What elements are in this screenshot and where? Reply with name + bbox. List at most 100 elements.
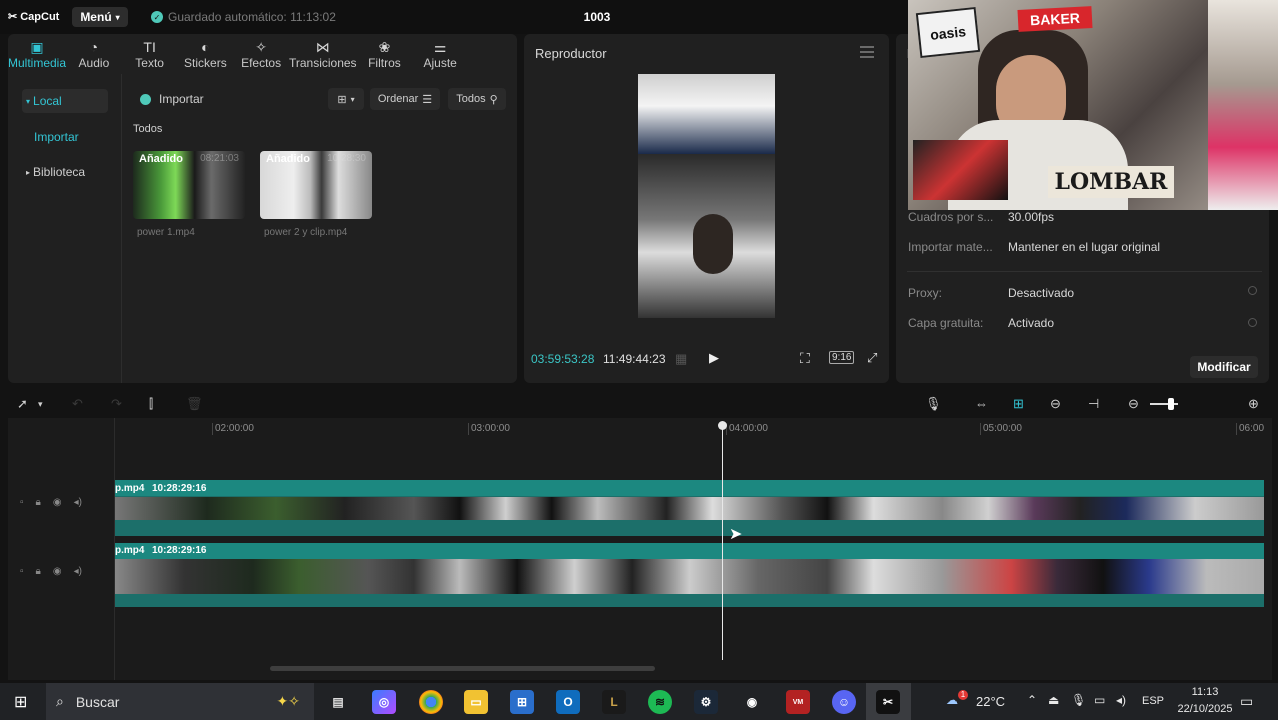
media-item-1[interactable]: Añadido 08:21:03 power 1.mp4: [133, 151, 245, 238]
clip-name: p.mp4: [115, 483, 145, 494]
tab-stickers[interactable]: ◐ Stickers: [178, 34, 234, 74]
clip-duration: 10:28:29:16: [152, 545, 207, 556]
text-icon: TI: [143, 38, 156, 55]
detail-label-proxy: Proxy:: [908, 286, 943, 300]
tab-filtros[interactable]: ❀ Filtros: [357, 34, 413, 74]
sidebar-item-biblioteca[interactable]: ▸ Biblioteca: [22, 160, 108, 184]
chevron-up-icon[interactable]: ⌃: [1027, 693, 1037, 707]
microphone-icon[interactable]: 🎙: [925, 396, 942, 412]
sidebar-item-importar[interactable]: Importar: [30, 125, 116, 149]
tab-audio[interactable]: ◔ Audio: [66, 34, 122, 74]
ruler-label: 04:00:00: [729, 423, 768, 434]
lock-icon[interactable]: 🔒︎: [36, 497, 41, 508]
audio-icon: ◔: [89, 38, 99, 55]
task-view-icon[interactable]: ▤: [326, 690, 350, 714]
delete-icon[interactable]: 🗑: [186, 396, 203, 412]
clip-duration: 10:28:29:16: [152, 483, 207, 494]
select-cursor-icon[interactable]: ➚: [17, 396, 28, 412]
ruler-tick: [212, 423, 213, 435]
mic-tray-icon[interactable]: 🎙: [1071, 693, 1086, 707]
sticker-oasis: oasis: [915, 6, 981, 59]
tab-efectos[interactable]: ✧ Efectos: [233, 34, 289, 74]
ruler-label: 03:00:00: [471, 423, 510, 434]
detail-label-fps: Cuadros por s...: [908, 210, 994, 224]
tab-multimedia[interactable]: ▣ Multimedia: [8, 34, 66, 74]
waveform-icon[interactable]: ▦: [675, 351, 687, 367]
store-icon[interactable]: ⊞: [510, 690, 534, 714]
player-menu-icon[interactable]: [860, 46, 874, 58]
fullscreen-icon[interactable]: ⤢: [867, 350, 877, 366]
tab-texto[interactable]: TI Texto: [122, 34, 178, 74]
spotify-icon[interactable]: ≋: [648, 690, 672, 714]
notifications-icon[interactable]: ▭: [1240, 693, 1253, 710]
zoom-in-icon[interactable]: ⊕: [1248, 396, 1259, 412]
sticker-lombar: LOMBAR: [1048, 166, 1174, 198]
copilot-icon[interactable]: ◎: [372, 690, 396, 714]
usb-icon[interactable]: ⏏: [1048, 693, 1059, 707]
media-item-2[interactable]: Añadido 10:28:30 power 2 y clip.mp4: [260, 151, 372, 238]
ruler-label: 02:00:00: [215, 423, 254, 434]
tab-ajuste[interactable]: ⚌ Ajuste: [412, 34, 468, 74]
weather-temp[interactable]: 22°C: [976, 694, 1005, 709]
video-preview[interactable]: [638, 74, 775, 318]
capcut-app-icon[interactable]: ✂: [876, 690, 900, 714]
volume-icon[interactable]: ◂): [74, 566, 82, 577]
timeline-scrollbar[interactable]: [270, 666, 655, 671]
clip-name: p.mp4: [115, 545, 145, 556]
info-icon[interactable]: [1248, 318, 1257, 327]
current-timecode: 03:59:53:28: [531, 352, 595, 366]
undo-icon[interactable]: ↶: [72, 396, 83, 412]
chrome-icon[interactable]: [419, 690, 443, 714]
focus-icon[interactable]: ⛶: [800, 350, 810, 367]
zoom-out-icon[interactable]: ⊖: [1128, 396, 1139, 412]
total-timecode: 11:49:44:23: [603, 352, 666, 366]
sidebar-item-local[interactable]: ▾ Local: [22, 89, 108, 113]
chevron-down-icon: ▾: [115, 12, 120, 22]
clock-date[interactable]: 22/10/2025: [1173, 703, 1237, 715]
filter-button[interactable]: Todos ⚲: [448, 88, 506, 110]
sparkle-icon: ✦✧: [276, 693, 300, 709]
zoom-slider-handle[interactable]: [1168, 398, 1174, 410]
eye-icon[interactable]: ◉: [53, 497, 62, 508]
playhead-handle[interactable]: [718, 421, 727, 430]
language-indicator[interactable]: ESP: [1142, 695, 1164, 707]
align-icon[interactable]: ⊣: [1088, 396, 1099, 412]
import-button[interactable]: Importar: [140, 92, 204, 106]
modify-button[interactable]: Modificar: [1190, 356, 1258, 378]
clock-time[interactable]: 11:13: [1178, 686, 1232, 698]
windows-start-icon[interactable]: ⊞: [14, 692, 27, 712]
speaker-icon[interactable]: ◂): [1116, 693, 1126, 707]
play-icon[interactable]: ▶: [709, 350, 719, 366]
split-icon[interactable]: ⫿: [149, 396, 153, 412]
league-icon[interactable]: L: [602, 690, 626, 714]
project-title[interactable]: 1003: [560, 10, 634, 24]
cover-icon[interactable]: ▫: [20, 497, 24, 508]
eye-icon[interactable]: ◉: [53, 566, 62, 577]
file-explorer-icon[interactable]: ▭: [464, 690, 488, 714]
menu-button[interactable]: Menú ▾: [72, 7, 128, 27]
info-icon[interactable]: [1248, 286, 1257, 295]
link-icon[interactable]: ⇔: [975, 396, 988, 411]
network-icon[interactable]: ▭: [1094, 693, 1105, 707]
sort-button[interactable]: Ordenar ☰: [370, 88, 440, 110]
redo-icon[interactable]: ↷: [111, 396, 122, 412]
voicemeeter-icon[interactable]: VM: [786, 690, 810, 714]
volume-icon[interactable]: ◂): [74, 497, 82, 508]
chain-icon[interactable]: ⊖: [1050, 396, 1061, 412]
taskbar-search[interactable]: ⌕ Buscar ✦✧: [46, 683, 314, 720]
weather-icon[interactable]: ☁: [946, 693, 958, 707]
outlook-icon[interactable]: O: [556, 690, 580, 714]
chevron-down-icon[interactable]: ▾: [38, 399, 43, 410]
playhead[interactable]: [722, 424, 723, 660]
lock-icon[interactable]: 🔒︎: [36, 566, 41, 577]
detail-label-layer: Capa gratuita:: [908, 316, 984, 330]
steam-icon[interactable]: ⚙: [694, 690, 718, 714]
magnet-icon[interactable]: ⊞: [1013, 396, 1024, 412]
filter-icon: ⚲: [489, 93, 498, 106]
obs-icon[interactable]: ◉: [740, 690, 764, 714]
tab-transiciones[interactable]: ⋈ Transiciones: [289, 34, 357, 74]
cover-icon[interactable]: ▫: [20, 566, 24, 577]
discord-icon[interactable]: ☺: [832, 690, 856, 714]
aspect-ratio-button[interactable]: 9:16: [829, 351, 855, 364]
view-toggle-button[interactable]: ⊞ ▾: [328, 88, 364, 110]
